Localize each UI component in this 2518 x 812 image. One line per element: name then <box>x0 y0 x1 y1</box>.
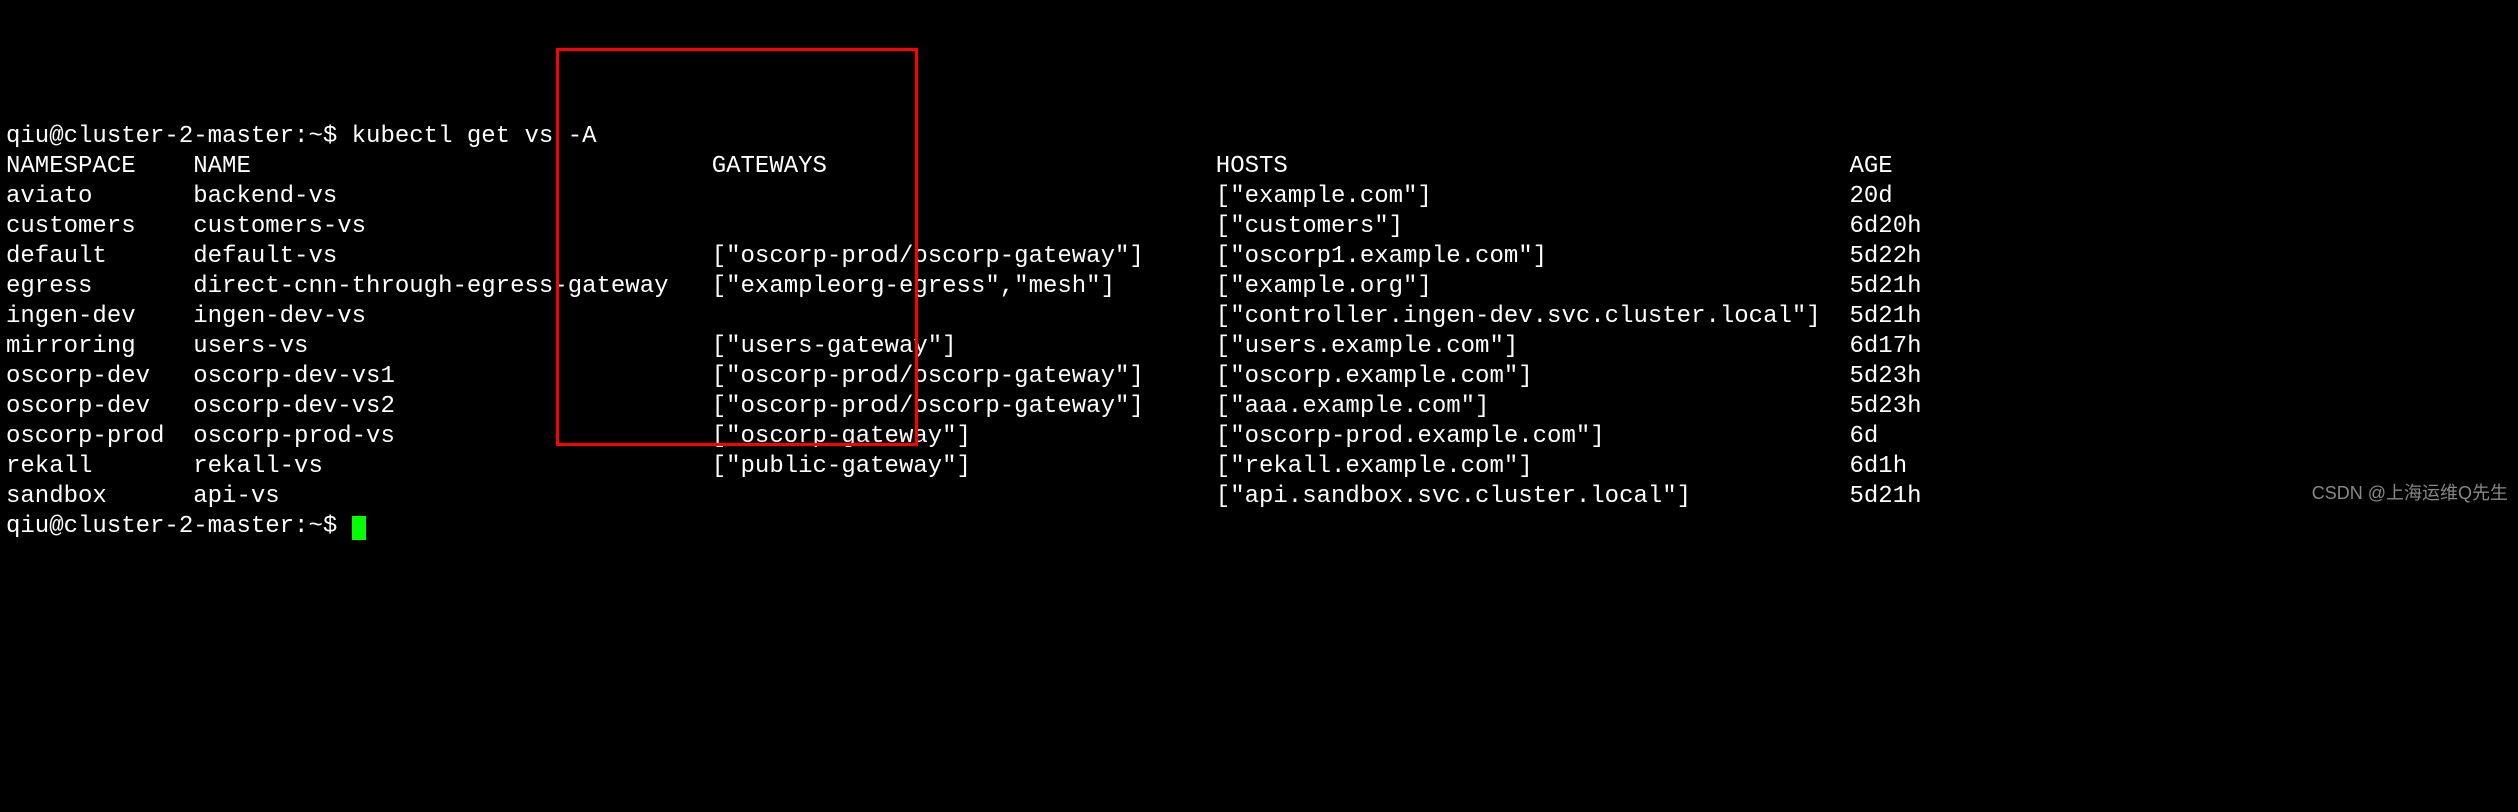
table-row: rekall rekall-vs ["public-gateway"] ["re… <box>6 452 2512 482</box>
shell-prompt: qiu@cluster-2-master:~$ <box>6 123 352 150</box>
terminal-output: qiu@cluster-2-master:~$ kubectl get vs -… <box>6 122 2512 542</box>
table-header-row: NAMESPACE NAME GATEWAYS HOSTS AGE <box>6 152 2512 182</box>
table-row: egress direct-cnn-through-egress-gateway… <box>6 272 2512 302</box>
table-row: oscorp-prod oscorp-prod-vs ["oscorp-gate… <box>6 422 2512 452</box>
table-row: ingen-dev ingen-dev-vs ["controller.inge… <box>6 302 2512 332</box>
table-row: default default-vs ["oscorp-prod/oscorp-… <box>6 242 2512 272</box>
table-row: customers customers-vs ["customers"] 6d2… <box>6 212 2512 242</box>
table-row: oscorp-dev oscorp-dev-vs2 ["oscorp-prod/… <box>6 392 2512 422</box>
cursor-icon <box>352 516 366 540</box>
prompt-line[interactable]: qiu@cluster-2-master:~$ <box>6 512 2512 542</box>
kubectl-command: kubectl get vs -A <box>352 123 597 150</box>
table-row: oscorp-dev oscorp-dev-vs1 ["oscorp-prod/… <box>6 362 2512 392</box>
watermark-text: CSDN @上海运维Q先生 <box>2312 482 2508 505</box>
table-row: aviato backend-vs ["example.com"] 20d <box>6 182 2512 212</box>
shell-prompt: qiu@cluster-2-master:~$ <box>6 513 352 540</box>
command-line: qiu@cluster-2-master:~$ kubectl get vs -… <box>6 122 2512 152</box>
table-row: mirroring users-vs ["users-gateway"] ["u… <box>6 332 2512 362</box>
